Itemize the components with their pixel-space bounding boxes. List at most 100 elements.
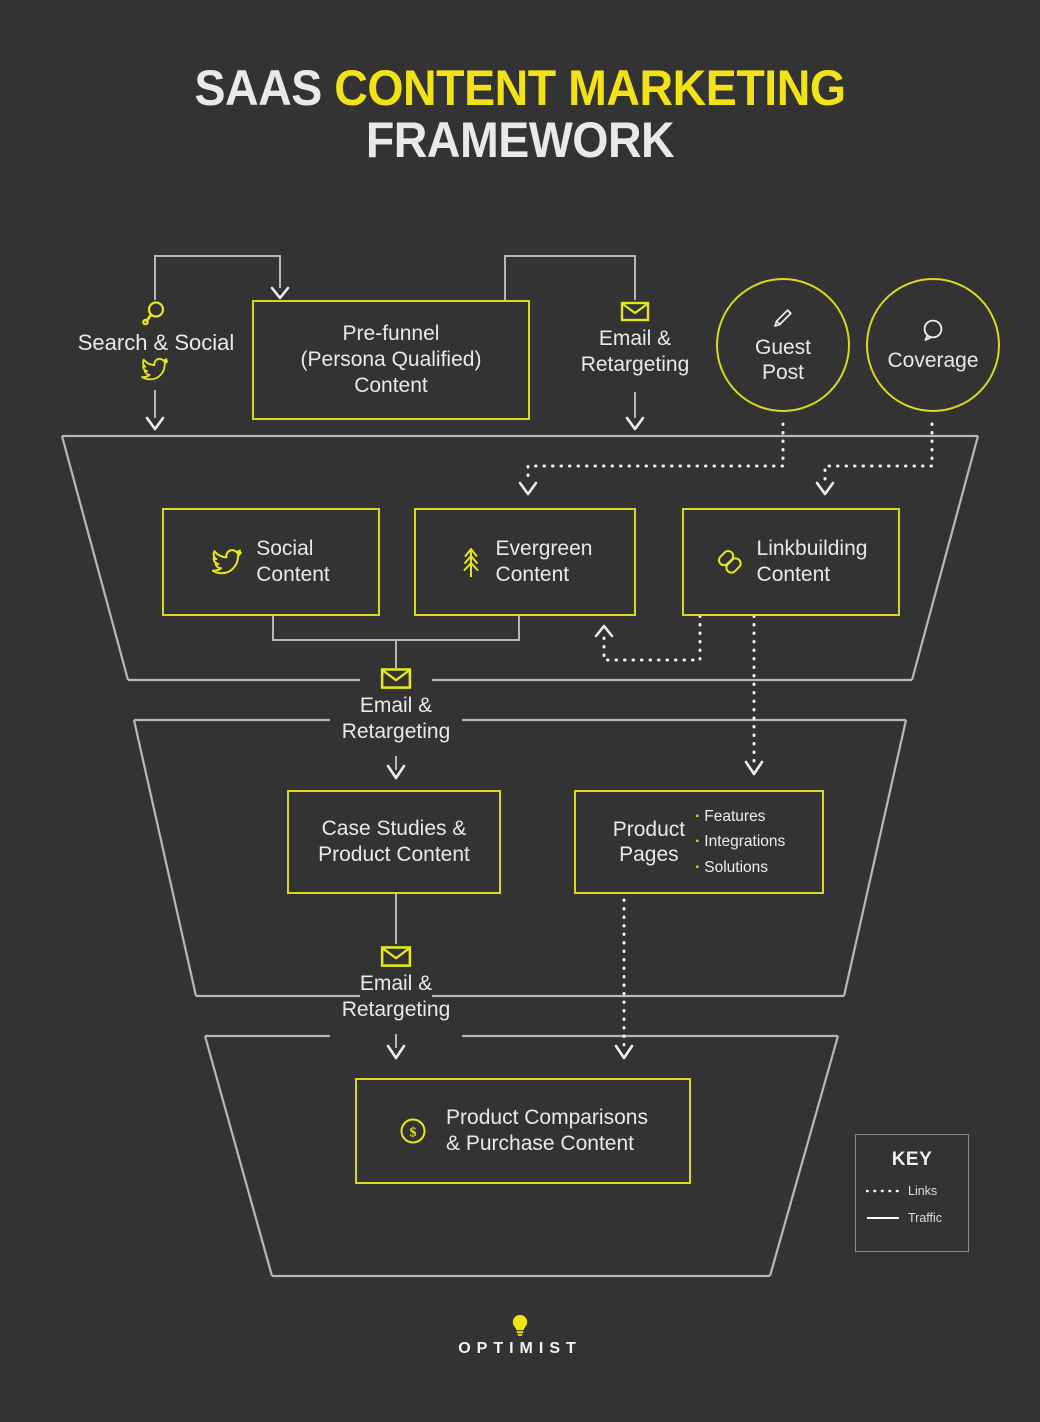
case-studies-line-1: Case Studies & [321, 817, 467, 841]
search-icon [142, 301, 165, 326]
linkbuilding-content-label: Linkbuilding Content [757, 536, 868, 588]
linkbuilding-content-row: Linkbuilding Content [684, 536, 898, 588]
arrow-up-evergreen [594, 624, 614, 638]
key-label-traffic: Traffic [908, 1211, 943, 1225]
link-coverage-to-linkbuilding [823, 422, 934, 485]
funnel-tier3-right-edge [768, 1035, 840, 1277]
solid-line-sample-icon [867, 1217, 899, 1219]
connector-prefunnel-to-email [504, 255, 636, 300]
link-guestpost-to-evergreen [526, 422, 785, 485]
product-pages-title-line-1: Product [612, 817, 686, 841]
node-product-comparisons[interactable]: $ Product Comparisons & Purchase Content [355, 1078, 691, 1184]
envelope-icon [380, 668, 412, 689]
divider1-line-1: Email & [359, 694, 433, 717]
pencil-icon [774, 309, 792, 327]
connector-social-evergreen-merge [272, 616, 520, 641]
evergreen-content-line-1: Evergreen [495, 537, 593, 561]
logo-wordmark: OPTIMIST [458, 1340, 582, 1357]
product-comparisons-line-1: Product Comparisons [446, 1106, 648, 1130]
arrow-down-prefunnel [270, 286, 290, 300]
prefunnel-label: Pre-funnel (Persona Qualified) Content [301, 321, 482, 398]
node-prefunnel-content[interactable]: Pre-funnel (Persona Qualified) Content [252, 300, 530, 420]
arrow-down-casestudies [386, 764, 406, 780]
linkbuilding-content-line-2: Content [756, 563, 831, 586]
product-pages-title-line-2: Pages [619, 842, 679, 866]
search-icon-wrap [68, 298, 244, 328]
title-line-2: FRAMEWORK [365, 112, 675, 168]
key-title: KEY [891, 1149, 933, 1170]
product-pages-bullet-list: Features Integrations Solutions [695, 804, 785, 879]
coverage-label: Coverage [887, 349, 979, 373]
product-comparisons-line-2: & Purchase Content [446, 1132, 634, 1155]
twitter-icon [141, 357, 169, 381]
case-studies-line-2: Product Content [318, 843, 470, 866]
node-coverage[interactable]: Coverage [866, 278, 1000, 412]
funnel-tier3-left-edge [203, 1035, 274, 1277]
node-linkbuilding-content[interactable]: Linkbuilding Content [682, 508, 900, 616]
social-content-line-2: Content [256, 563, 330, 586]
evergreen-content-label: Evergreen Content [496, 536, 593, 588]
title-word-saas: SAAS [194, 60, 335, 116]
svg-text:$: $ [410, 1126, 417, 1141]
list-item: Features [695, 804, 785, 829]
email-retargeting-top-label: Email & Retargeting [560, 326, 710, 377]
arrow-down-productpages [744, 760, 764, 776]
product-pages-inner: Product Pages Features Integrations Solu… [576, 804, 822, 879]
evergreen-tree-icon [463, 548, 479, 577]
divider-email-retargeting-1: Email & Retargeting [321, 666, 471, 744]
title-line-1: SAAS CONTENT MARKETING [36, 62, 1003, 114]
arrow-down-comparisons-link [614, 1044, 634, 1060]
node-case-studies[interactable]: Case Studies & Product Content [287, 790, 501, 894]
funnel-tier2-left-edge [132, 719, 198, 997]
product-comparisons-row: $ Product Comparisons & Purchase Content [357, 1105, 689, 1157]
list-item: Integrations [695, 829, 785, 854]
divider1-line-2: Retargeting [341, 719, 451, 743]
key-label-links: Links [908, 1184, 938, 1198]
envelope-icon-wrap-2 [321, 944, 471, 968]
key-row-traffic: Traffic [866, 1211, 958, 1225]
key-row-links: Links [866, 1184, 958, 1198]
chain-link-icon [717, 549, 742, 574]
lightbulb-icon [512, 1315, 528, 1336]
key-legend: KEY Links Traffic [855, 1134, 969, 1252]
node-evergreen-content[interactable]: Evergreen Content [414, 508, 636, 616]
node-product-pages[interactable]: Product Pages Features Integrations Solu… [574, 790, 824, 894]
envelope-icon-wrap-1 [321, 666, 471, 690]
product-comparisons-label: Product Comparisons & Purchase Content [446, 1105, 648, 1157]
guest-post-line-1: Guest [754, 335, 812, 359]
page-title: SAAS CONTENT MARKETING FRAMEWORK [0, 62, 1040, 166]
title-words-content-marketing: CONTENT MARKETING [334, 60, 846, 116]
guest-post-line-2: Post [761, 361, 805, 384]
prefunnel-line-3: Content [354, 373, 428, 397]
envelope-icon [620, 301, 650, 322]
linkbuilding-content-line-1: Linkbuilding [756, 537, 868, 561]
connector-search-to-prefunnel [154, 255, 281, 300]
prefunnel-line-1: Pre-funnel [342, 322, 440, 346]
arrow-down-linkbuilding-link [815, 481, 835, 496]
divider1-label: Email & Retargeting [321, 693, 471, 744]
guest-post-label: Guest Post [755, 335, 811, 385]
divider2-line-1: Email & [359, 972, 433, 995]
arrow-down-email-funnel [625, 416, 645, 431]
email-top-line-1: Email & [598, 327, 672, 350]
evergreen-content-line-2: Content [495, 563, 570, 586]
divider2-label: Email & Retargeting [321, 971, 471, 1022]
email-top-line-2: Retargeting [580, 352, 690, 376]
envelope-icon [380, 946, 412, 967]
email-retargeting-top-group: Email & Retargeting [560, 300, 710, 377]
node-guest-post[interactable]: Guest Post [716, 278, 850, 412]
brand-logo: OPTIMIST [0, 1312, 1040, 1358]
twitter-icon [212, 549, 243, 575]
search-and-social-group: Search & Social [68, 298, 244, 383]
speech-bubble-icon [923, 320, 943, 342]
funnel-tier2-right-edge [842, 719, 908, 997]
node-social-content[interactable]: Social Content [162, 508, 380, 616]
divider2-line-2: Retargeting [341, 997, 451, 1021]
link-linkbuilding-to-evergreen [602, 614, 702, 662]
case-studies-label: Case Studies & Product Content [318, 816, 470, 868]
social-content-label: Social Content [256, 536, 330, 588]
prefunnel-line-2: (Persona Qualified) [300, 348, 482, 372]
social-content-row: Social Content [164, 536, 378, 588]
twitter-icon-wrap [68, 357, 244, 383]
dotted-line-sample-icon [866, 1189, 900, 1193]
